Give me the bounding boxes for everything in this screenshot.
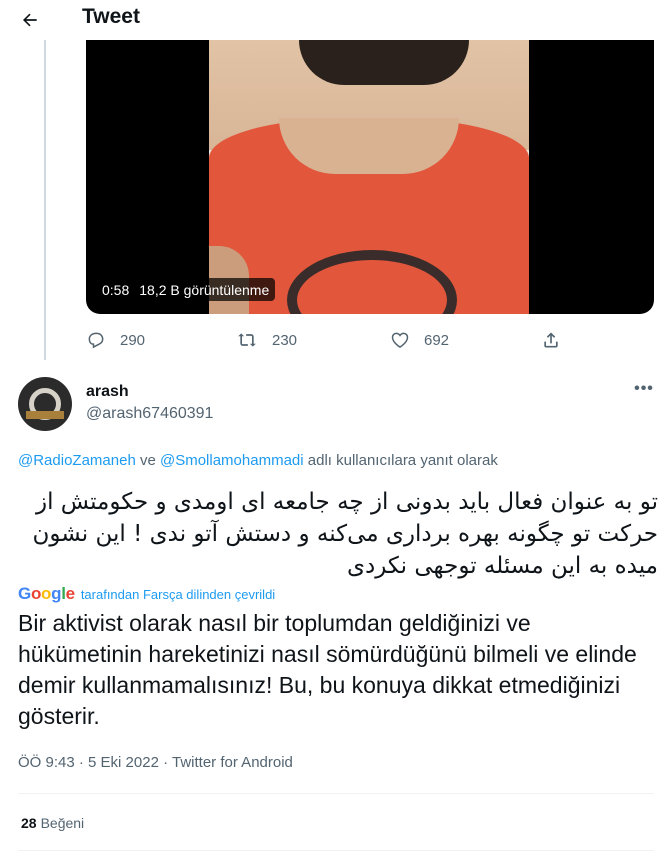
author-handle[interactable]: @arash67460391 (86, 405, 213, 423)
mention-radiozamaneh[interactable]: @RadioZamaneh (18, 452, 136, 469)
share-button[interactable] (541, 326, 561, 354)
thread-connector-line (44, 40, 46, 360)
like-button[interactable]: 692 (390, 326, 449, 354)
video-duration: 0:58 (102, 281, 130, 298)
likes-count: 28 (21, 815, 37, 831)
reply-icon (88, 332, 104, 349)
tweet-date[interactable]: 5 Eki 2022 (88, 754, 159, 771)
google-logo: Google (18, 584, 75, 603)
video-frame (209, 40, 529, 314)
tweet-meta: ÖÖ 9:43 · 5 Eki 2022 · Twitter for Andro… (18, 754, 293, 771)
mention-smollamohammadi[interactable]: @Smollamohammadi (160, 452, 304, 469)
video-views: 18,2 B görüntülenme (139, 281, 270, 298)
reply-context: @RadioZamaneh ve @Smollamohammadi adlı k… (18, 452, 498, 469)
reply-count: 290 (120, 331, 146, 349)
reply-connector: ve (135, 452, 160, 469)
divider (18, 793, 654, 794)
arrow-left-icon (23, 13, 37, 27)
reply-button[interactable]: 290 (86, 326, 145, 354)
page-title: Tweet (82, 5, 140, 28)
tweet-actions: 290 230 692 (86, 326, 566, 354)
translation-attribution: Google tarafından Farsça dilinden çevril… (18, 584, 275, 604)
divider (18, 850, 654, 851)
translation-note[interactable]: tarafından Farsça dilinden çevrildi (81, 587, 275, 602)
back-button[interactable] (14, 4, 46, 36)
tweet-text-original: تو به عنوان فعال باید بدونی از چه جامعه … (32, 489, 658, 579)
tweet-text-translated: Bir aktivist olarak nasıl bir toplumdan … (18, 610, 637, 729)
more-icon[interactable]: ••• (630, 380, 658, 404)
author-name[interactable]: arash (86, 383, 129, 401)
tweet-time[interactable]: ÖÖ 9:43 (18, 754, 75, 771)
heart-icon (391, 332, 409, 348)
retweet-icon (238, 333, 256, 347)
like-count: 692 (424, 331, 450, 349)
retweet-button[interactable]: 230 (236, 326, 297, 354)
likes-stat[interactable]: 28 Beğeni (21, 815, 84, 831)
avatar[interactable] (18, 377, 72, 431)
header: Tweet (0, 0, 668, 40)
video-player[interactable] (86, 40, 654, 314)
share-icon (544, 332, 558, 348)
likes-label: Beğeni (40, 815, 85, 831)
reply-suffix: adlı kullanıcılara yanıt olarak (303, 452, 498, 469)
retweet-count: 230 (272, 331, 298, 349)
video-info-badge: 0:58 18,2 B görüntülenme (96, 278, 276, 301)
tweet-source[interactable]: Twitter for Android (172, 754, 293, 771)
